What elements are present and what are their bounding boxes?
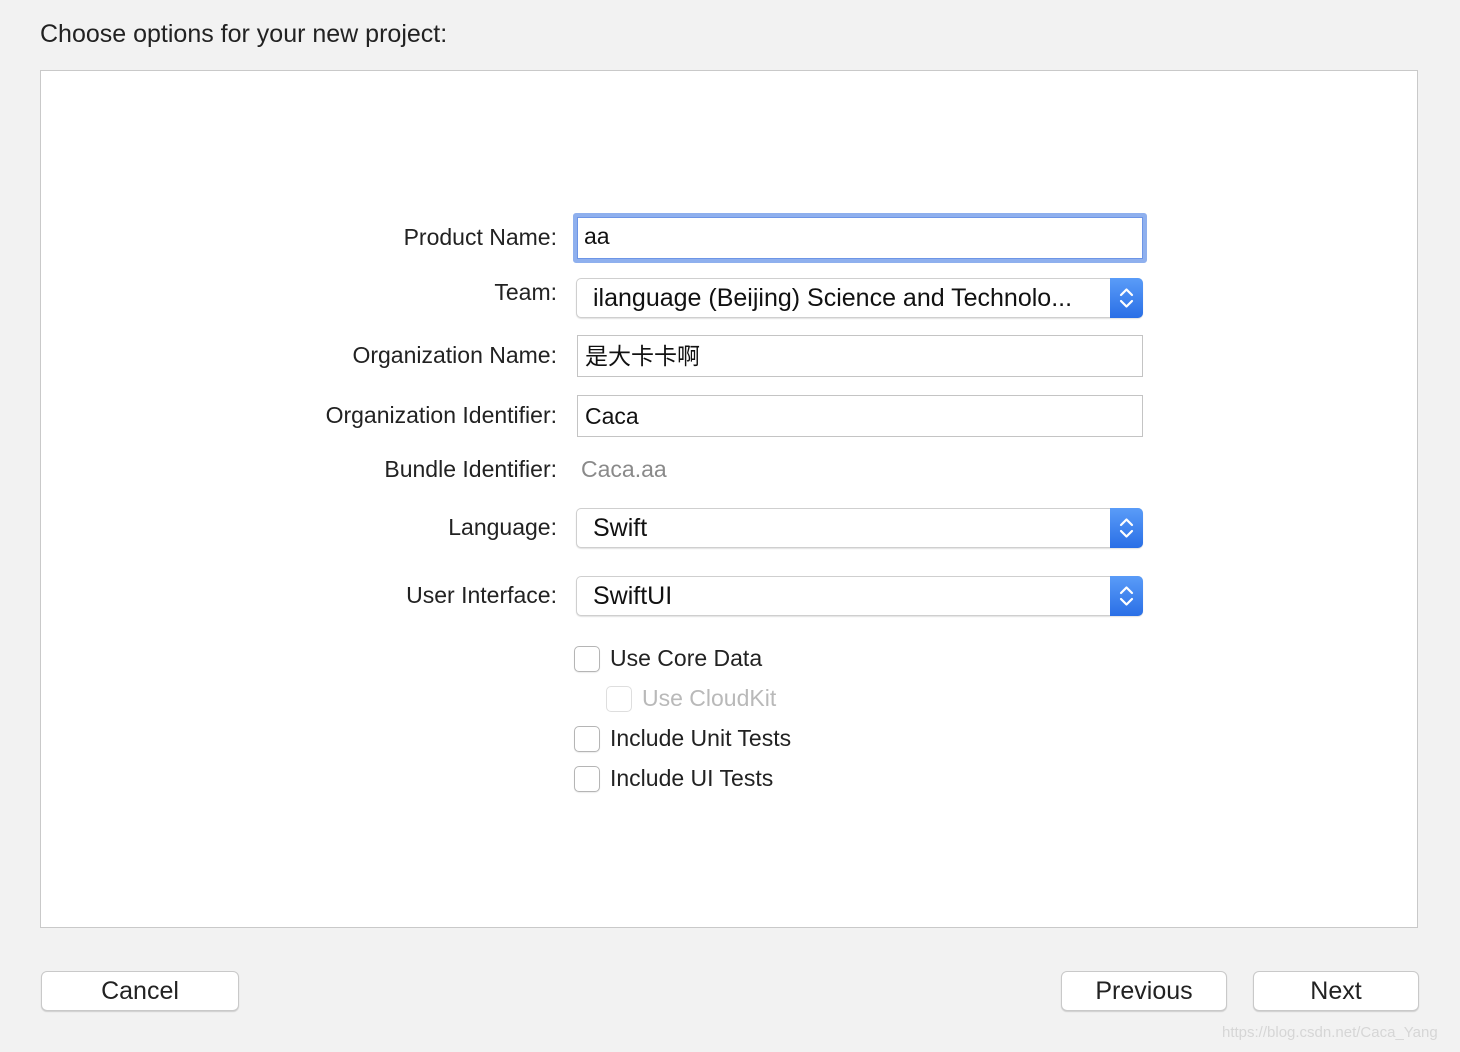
product-name-input[interactable]: aa — [573, 213, 1147, 263]
include-unit-tests-checkbox[interactable]: Include Unit Tests — [574, 725, 791, 752]
team-popup-value: ilanguage (Beijing) Science and Technolo… — [593, 284, 1073, 312]
cancel-button[interactable]: Cancel — [41, 971, 239, 1011]
team-popup[interactable]: ilanguage (Beijing) Science and Technolo… — [576, 278, 1143, 318]
org-id-label: Organization Identifier: — [325, 402, 557, 428]
bundle-id-label: Bundle Identifier: — [384, 456, 557, 482]
language-stepper-icon — [1110, 508, 1143, 548]
org-name-input[interactable]: 是大卡卡啊 — [577, 335, 1143, 377]
use-core-data-label: Use Core Data — [610, 645, 763, 671]
checkbox-box[interactable] — [574, 725, 600, 752]
team-label: Team: — [494, 279, 557, 305]
team-stepper-icon — [1110, 278, 1143, 318]
bundle-id-value: Caca.aa — [581, 456, 667, 482]
org-id-input[interactable]: Caca — [577, 395, 1143, 437]
include-ui-tests-checkbox[interactable]: Include UI Tests — [574, 765, 773, 792]
language-popup[interactable]: Swift — [576, 508, 1143, 548]
ui-popup-value: SwiftUI — [593, 582, 673, 610]
language-popup-value: Swift — [593, 514, 648, 542]
ui-stepper-icon — [1110, 576, 1143, 616]
watermark: https://blog.csdn.net/Caca_Yang — [1222, 1024, 1438, 1041]
checkbox-box[interactable] — [574, 765, 600, 792]
org-name-label: Organization Name: — [352, 342, 557, 368]
page-title: Choose options for your new project: — [40, 20, 448, 48]
include-unit-tests-label: Include Unit Tests — [610, 725, 792, 751]
checkbox-box — [606, 685, 632, 712]
ui-label: User Interface: — [406, 582, 557, 608]
use-cloudkit-label: Use CloudKit — [642, 685, 777, 711]
product-name-label: Product Name: — [403, 224, 557, 250]
use-cloudkit-checkbox: Use CloudKit — [606, 685, 776, 712]
checkbox-box[interactable] — [574, 645, 600, 672]
next-button[interactable]: Next — [1253, 971, 1419, 1011]
previous-button[interactable]: Previous — [1061, 971, 1227, 1011]
language-label: Language: — [448, 514, 557, 540]
include-ui-tests-label: Include UI Tests — [610, 765, 774, 791]
options-panel — [40, 70, 1418, 928]
use-core-data-checkbox[interactable]: Use Core Data — [574, 645, 762, 672]
ui-popup[interactable]: SwiftUI — [576, 576, 1143, 616]
